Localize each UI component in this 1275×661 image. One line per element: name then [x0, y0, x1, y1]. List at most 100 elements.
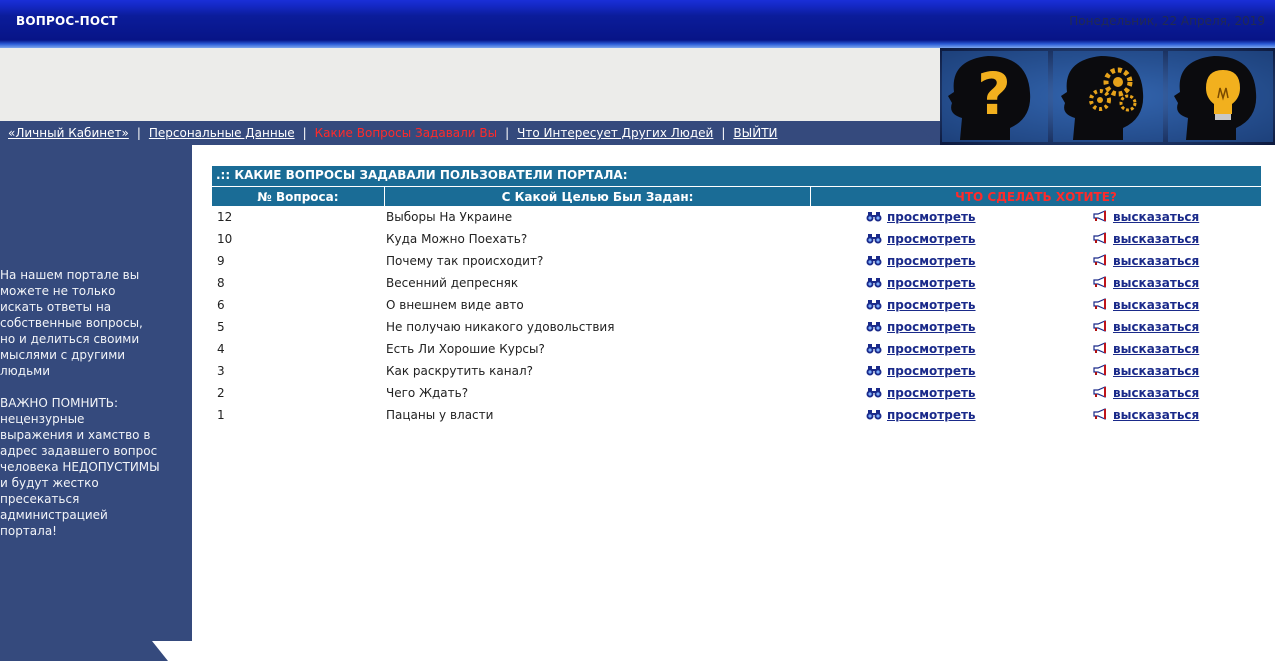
- col-number-header: № Вопроса:: [212, 186, 385, 206]
- megaphone-icon: [1092, 297, 1108, 313]
- reply-link[interactable]: высказаться: [1092, 341, 1200, 357]
- nav-item-my-questions[interactable]: Какие Вопросы Задавали Вы: [315, 126, 498, 140]
- reply-link-label: высказаться: [1113, 210, 1200, 224]
- view-link-label: просмотреть: [887, 276, 976, 290]
- megaphone-icon: [1092, 253, 1108, 269]
- header-spacer: [0, 48, 940, 121]
- binoculars-icon: [866, 320, 882, 335]
- view-link[interactable]: просмотреть: [866, 342, 976, 357]
- question-number: 3: [217, 364, 225, 378]
- question-title: Выборы На Украине: [386, 210, 513, 224]
- megaphone-icon: [1092, 363, 1108, 379]
- svg-text:?: ?: [977, 60, 1011, 128]
- view-link[interactable]: просмотреть: [866, 364, 976, 379]
- table-row: 6 О внешнем виде авто просмотреть высказать…: [212, 294, 1261, 316]
- header-bar: ВОПРОС-ПОСТ Понедельник, 22 Апреля, 2019: [0, 0, 1275, 48]
- question-title: О внешнем виде авто: [386, 298, 524, 312]
- col-action-header: ЧТО СДЕЛАТЬ ХОТИТЕ?: [811, 186, 1261, 206]
- view-link-label: просмотреть: [887, 408, 976, 422]
- nav-item-logout[interactable]: ВЫЙТИ: [733, 126, 777, 140]
- site-title: ВОПРОС-ПОСТ: [16, 14, 118, 28]
- view-link[interactable]: просмотреть: [866, 210, 976, 225]
- binoculars-icon: [866, 364, 882, 379]
- reply-link-label: высказаться: [1113, 298, 1200, 312]
- col-purpose-header: С Какой Целью Был Задан:: [385, 186, 811, 206]
- reply-link[interactable]: высказаться: [1092, 385, 1200, 401]
- question-number: 1: [217, 408, 225, 422]
- view-link[interactable]: просмотреть: [866, 254, 976, 269]
- reply-link[interactable]: высказаться: [1092, 253, 1200, 269]
- view-link-label: просмотреть: [887, 210, 976, 224]
- binoculars-icon: [866, 210, 882, 225]
- view-link-label: просмотреть: [887, 342, 976, 356]
- table-title: .:: КАКИЕ ВОПРОСЫ ЗАДАВАЛИ ПОЛЬЗОВАТЕЛИ …: [212, 166, 1261, 186]
- nav-item-others-interests[interactable]: Что Интересует Других Людей: [517, 126, 713, 140]
- reply-link[interactable]: высказаться: [1092, 319, 1200, 335]
- sidebar-warning: ВАЖНО ПОМНИТЬ: нецензурные выражения и х…: [0, 396, 160, 538]
- reply-link-label: высказаться: [1113, 254, 1200, 268]
- table-header-row: № Вопроса: С Какой Целью Был Задан: ЧТО …: [212, 186, 1261, 206]
- table-row: 9 Почему так происходит? просмотреть высказ…: [212, 250, 1261, 272]
- view-link[interactable]: просмотреть: [866, 386, 976, 401]
- binoculars-icon: [866, 232, 882, 247]
- reply-link-label: высказаться: [1113, 342, 1200, 356]
- question-title: Пацаны у власти: [386, 408, 494, 422]
- view-link-label: просмотреть: [887, 298, 976, 312]
- table-row: 5 Не получаю никакого удовольствия просмот…: [212, 316, 1261, 338]
- reply-link[interactable]: высказаться: [1092, 209, 1200, 225]
- question-title: Весенний депресняк: [386, 276, 519, 290]
- table-row: 8 Весенний депресняк просмотреть высказатьс…: [212, 272, 1261, 294]
- megaphone-icon: [1092, 319, 1108, 335]
- view-link[interactable]: просмотреть: [866, 276, 976, 291]
- question-number: 10: [217, 232, 233, 246]
- reply-link[interactable]: высказаться: [1092, 231, 1199, 247]
- megaphone-icon: [1092, 209, 1108, 225]
- table-row: 3 Как раскрутить канал? просмотреть высказа…: [212, 360, 1261, 382]
- question-title: Не получаю никакого удовольствия: [386, 320, 615, 334]
- nav-item-cabinet[interactable]: «Личный Кабинет»: [8, 126, 129, 140]
- nav-separator: |: [505, 126, 510, 140]
- view-link-label: просмотреть: [887, 320, 976, 334]
- binoculars-icon: [866, 298, 882, 313]
- reply-link-label: высказаться: [1113, 320, 1200, 334]
- question-title: Чего Ждать?: [386, 386, 469, 400]
- banner-image: ?: [940, 48, 1275, 145]
- table-body: 1 2 Выборы На Украине просмотреть высказатьс…: [212, 206, 1261, 426]
- view-link[interactable]: просмотреть: [866, 298, 976, 313]
- megaphone-icon: [1092, 407, 1108, 423]
- reply-link[interactable]: высказаться: [1092, 297, 1200, 313]
- megaphone-icon: [1092, 341, 1108, 357]
- reply-link-label: высказаться: [1113, 386, 1200, 400]
- reply-link[interactable]: высказаться: [1092, 363, 1199, 379]
- binoculars-icon: [866, 342, 882, 357]
- view-link[interactable]: просмотреть: [866, 232, 976, 247]
- view-link-label: просмотреть: [887, 364, 976, 378]
- gears-head-icon: [1053, 51, 1163, 142]
- view-link-label: просмотреть: [887, 232, 976, 246]
- view-link-label: просмотреть: [887, 254, 976, 268]
- sidebar-intro: На нашем портале вы можете не только иск…: [0, 268, 143, 378]
- table-row: 12 Выборы На Украине просмотреть высказатьс…: [212, 206, 1261, 228]
- question-title: Почему так происходит?: [386, 254, 544, 268]
- view-link[interactable]: просмотреть: [866, 320, 976, 335]
- reply-link[interactable]: высказаться: [1092, 275, 1199, 291]
- question-title: Есть Ли Хорошие Курсы?: [386, 342, 545, 356]
- question-head-icon: ?: [942, 51, 1048, 142]
- nav-separator: |: [302, 126, 307, 140]
- reply-link[interactable]: высказаться: [1092, 407, 1199, 423]
- binoculars-icon: [866, 254, 882, 269]
- megaphone-icon: [1092, 231, 1108, 247]
- binoculars-icon: [866, 408, 882, 423]
- view-link-label: просмотреть: [887, 386, 976, 400]
- binoculars-icon: [866, 276, 882, 291]
- nav-links: «Личный Кабинет» | Персональные Данные | Как…: [8, 126, 778, 140]
- view-link[interactable]: просмотреть: [866, 408, 976, 423]
- nav-separator: |: [136, 126, 141, 140]
- lightbulb-head-icon: [1168, 51, 1273, 142]
- nav-item-personal-data[interactable]: Персональные Данные: [149, 126, 295, 140]
- megaphone-icon: [1092, 275, 1108, 291]
- questions-table: .:: КАКИЕ ВОПРОСЫ ЗАДАВАЛИ ПОЛЬЗОВАТЕЛИ …: [212, 166, 1261, 426]
- binoculars-icon: [866, 386, 882, 401]
- sidebar-text: На нашем портале вы можете не только иск…: [0, 267, 160, 555]
- question-number: 2: [217, 386, 225, 400]
